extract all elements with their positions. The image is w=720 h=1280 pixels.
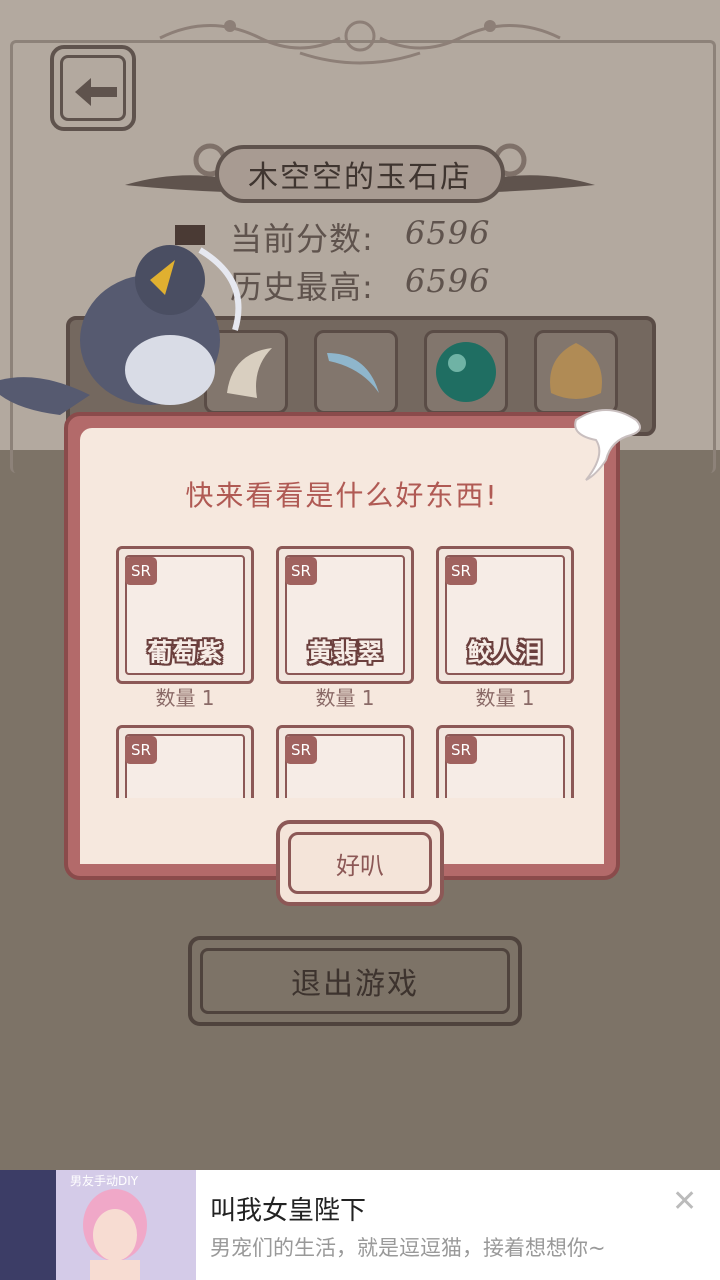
rarity-badge: SR <box>445 736 477 764</box>
horn-item-icon <box>327 353 379 393</box>
item-name: 黄翡翠 <box>307 638 383 667</box>
rarity-badge: SR <box>285 736 317 764</box>
ad-image[interactable]: 男友手动DIY <box>0 1170 196 1280</box>
crow-mascot-icon <box>0 225 242 415</box>
dialog-title: 快来看看是什么好东西! <box>185 479 499 512</box>
reward-card[interactable]: SR 黄翡翠 <box>276 546 414 684</box>
exit-game-button[interactable]: 退出游戏 <box>188 936 522 1026</box>
rarity-badge: SR <box>125 557 157 585</box>
item-name: 鲛人泪 <box>467 638 543 667</box>
item-quantity: 数量 1 <box>155 686 215 710</box>
shelf-slot-orb <box>424 330 508 414</box>
ornament-decoration <box>159 20 561 65</box>
arrow-left-icon <box>75 78 117 106</box>
ad-character-icon <box>83 1189 147 1280</box>
item-quantity: 数量 1 <box>315 686 375 710</box>
rarity-badge: SR <box>125 736 157 764</box>
best-score-value: 6596 <box>405 262 491 300</box>
back-button[interactable] <box>50 45 136 131</box>
shelf-slot-horn <box>314 330 398 414</box>
ok-button[interactable]: 好叭 <box>276 820 444 906</box>
rarity-badge: SR <box>445 557 477 585</box>
current-score-value: 6596 <box>405 214 491 252</box>
exit-game-label: 退出游戏 <box>200 948 510 1014</box>
ad-banner[interactable]: 男友手动DIY 叫我女皇陛下 男宠们的生活，就是逗逗猫，接着想想你~ ✕ <box>0 1170 720 1280</box>
ad-title[interactable]: 叫我女皇陛下 <box>210 1190 366 1227</box>
item-name: 葡萄紫 <box>147 638 223 667</box>
item-quantity: 数量 1 <box>475 686 535 710</box>
green-orb-icon <box>436 342 496 402</box>
reward-card[interactable]: SR 鲛人泪 <box>436 546 574 684</box>
ok-button-label: 好叭 <box>288 832 432 894</box>
shop-title: 木空空的玉石店 <box>248 160 472 195</box>
close-icon[interactable]: ✕ <box>672 1184 697 1219</box>
ad-avatar-grid <box>0 1170 56 1280</box>
back-button-frame <box>60 55 126 121</box>
rarity-badge: SR <box>285 557 317 585</box>
reward-card[interactable]: SR 葡萄紫 <box>116 546 254 684</box>
shop-title-plate: 木空空的玉石店 <box>215 145 505 203</box>
ad-description: 男宠们的生活，就是逗逗猫，接着想想你~ <box>210 1236 606 1260</box>
